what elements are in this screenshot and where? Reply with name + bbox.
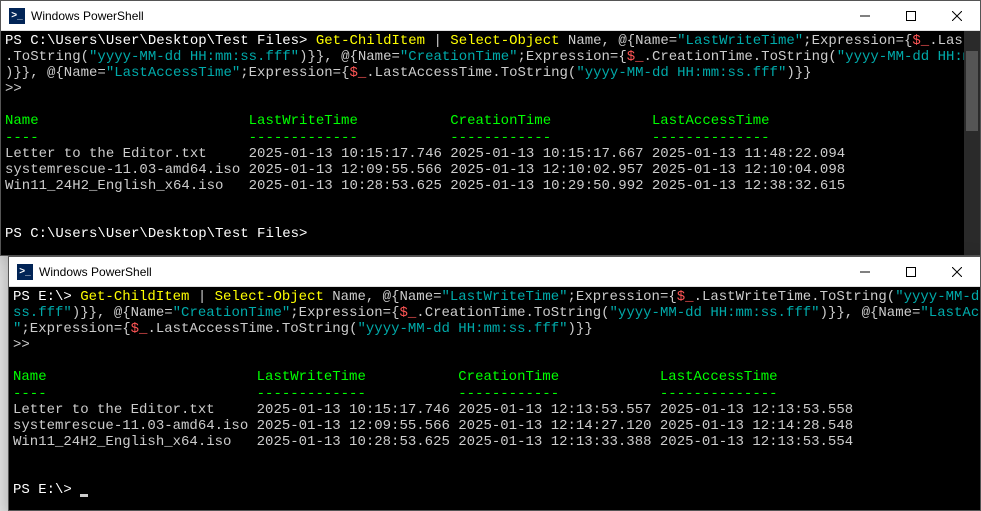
scrollbar-thumb[interactable] xyxy=(966,51,978,131)
powershell-icon: >_ xyxy=(9,8,25,24)
console-output-1[interactable]: PS C:\Users\User\Desktop\Test Files> Get… xyxy=(1,31,980,244)
maximize-button[interactable] xyxy=(888,257,934,286)
window-controls-1 xyxy=(842,1,980,30)
powershell-window-2: >_ Windows PowerShell PS E:\> Get-ChildI… xyxy=(8,256,981,511)
window-controls-2 xyxy=(842,257,980,286)
close-button[interactable] xyxy=(934,1,980,30)
window-title-2: Windows PowerShell xyxy=(39,265,842,279)
console-output-2[interactable]: PS E:\> Get-ChildItem | Select-Object Na… xyxy=(9,287,980,500)
titlebar-1[interactable]: >_ Windows PowerShell xyxy=(1,1,980,31)
powershell-icon: >_ xyxy=(17,264,33,280)
scrollbar-1[interactable] xyxy=(964,31,980,255)
maximize-button[interactable] xyxy=(888,1,934,30)
powershell-window-1: >_ Windows PowerShell PS C:\Users\User\D… xyxy=(0,0,981,256)
minimize-button[interactable] xyxy=(842,257,888,286)
titlebar-2[interactable]: >_ Windows PowerShell xyxy=(9,257,980,287)
minimize-button[interactable] xyxy=(842,1,888,30)
close-button[interactable] xyxy=(934,257,980,286)
window-title-1: Windows PowerShell xyxy=(31,9,842,23)
